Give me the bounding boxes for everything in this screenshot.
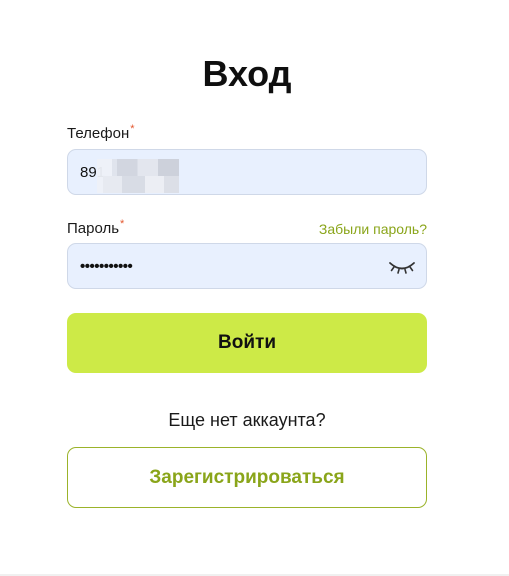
- login-button[interactable]: Войти: [67, 313, 427, 373]
- required-mark: *: [130, 123, 135, 135]
- login-page: Вход Телефон* Пароль* Забыли пароль? •••…: [0, 0, 509, 576]
- redacted-phone-digits-bottom: [103, 176, 179, 193]
- redacted-phone-digits-top: [117, 159, 179, 176]
- password-label: Пароль*: [67, 218, 125, 240]
- forgot-password-link[interactable]: Забыли пароль?: [319, 219, 427, 239]
- required-mark: *: [120, 218, 125, 230]
- register-button[interactable]: Зарегистрироваться: [67, 447, 427, 508]
- password-field[interactable]: •••••••••••: [67, 243, 427, 289]
- phone-label-row: Телефон*: [67, 123, 427, 145]
- eye-closed-icon[interactable]: [388, 256, 416, 276]
- password-input[interactable]: •••••••••••: [80, 244, 133, 290]
- password-label-text: Пароль: [67, 220, 120, 237]
- phone-field[interactable]: [67, 149, 427, 195]
- phone-label-text: Телефон: [67, 125, 130, 142]
- no-account-text: Еще нет аккаунта?: [168, 410, 326, 430]
- phone-label: Телефон*: [67, 123, 135, 145]
- page-title: Вход: [202, 53, 292, 94]
- password-label-row: Пароль* Забыли пароль?: [67, 218, 427, 240]
